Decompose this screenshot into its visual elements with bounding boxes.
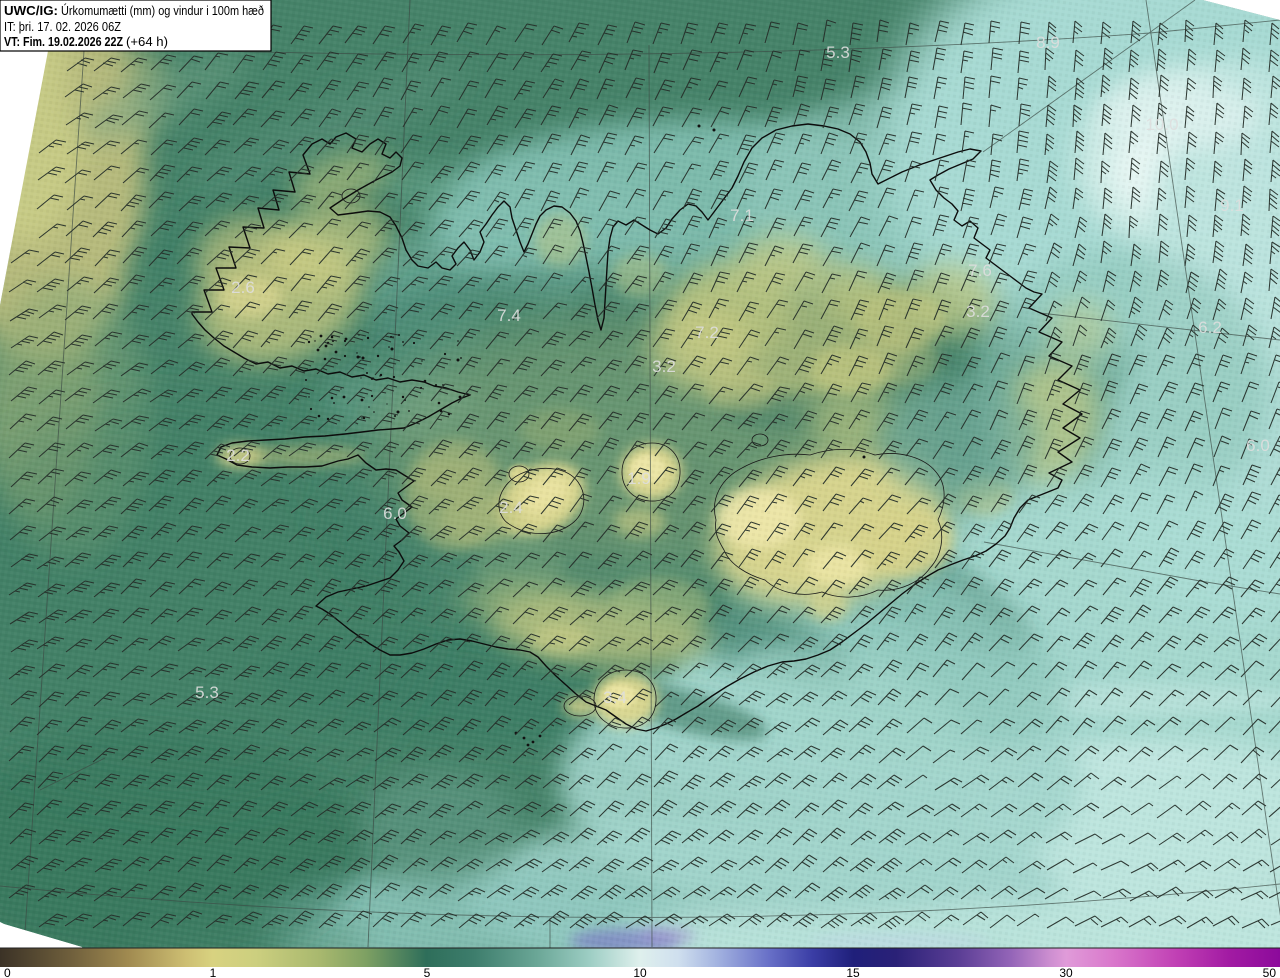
svg-text:5.3: 5.3: [826, 43, 850, 62]
svg-text:6.0: 6.0: [1246, 436, 1270, 455]
svg-text:VT: Fim. 19.02.2026 22Z(+64 h): VT: Fim. 19.02.2026 22Z (+64 h): [4, 34, 168, 49]
svg-text:2.6: 2.6: [231, 278, 255, 297]
svg-text:3.2: 3.2: [652, 357, 676, 376]
svg-text:10.0: 10.0: [1145, 115, 1178, 134]
svg-text:6.2: 6.2: [1198, 318, 1222, 337]
svg-text:7.4: 7.4: [497, 306, 521, 325]
svg-text:1: 1: [210, 966, 217, 978]
svg-text:5.3: 5.3: [195, 683, 219, 702]
svg-text:8.9: 8.9: [1036, 33, 1060, 52]
svg-text:7.2: 7.2: [695, 323, 719, 342]
svg-text:2.2: 2.2: [226, 446, 250, 465]
svg-text:IT: þri. 17. 02. 2026 06Z: IT: þri. 17. 02. 2026 06Z: [4, 19, 121, 34]
svg-text:3.2: 3.2: [966, 302, 990, 321]
svg-text:5: 5: [424, 966, 431, 978]
svg-text:6.0: 6.0: [383, 504, 407, 523]
svg-text:15: 15: [846, 966, 860, 978]
svg-text:1.9: 1.9: [627, 469, 651, 488]
svg-text:3.4: 3.4: [603, 688, 627, 707]
svg-text:7.6: 7.6: [968, 261, 992, 280]
svg-text:UWC/IG:Úrkomumætti (mm) og vin: UWC/IG: Úrkomumætti (mm) og vindur i 100m…: [4, 3, 264, 18]
svg-text:50: 50: [1263, 966, 1277, 978]
svg-text:9.1: 9.1: [1220, 196, 1244, 215]
svg-text:0: 0: [4, 966, 11, 978]
svg-text:10: 10: [633, 966, 647, 978]
svg-text:30: 30: [1059, 966, 1073, 978]
svg-text:7.1: 7.1: [730, 206, 754, 225]
svg-text:2.4: 2.4: [499, 498, 523, 517]
